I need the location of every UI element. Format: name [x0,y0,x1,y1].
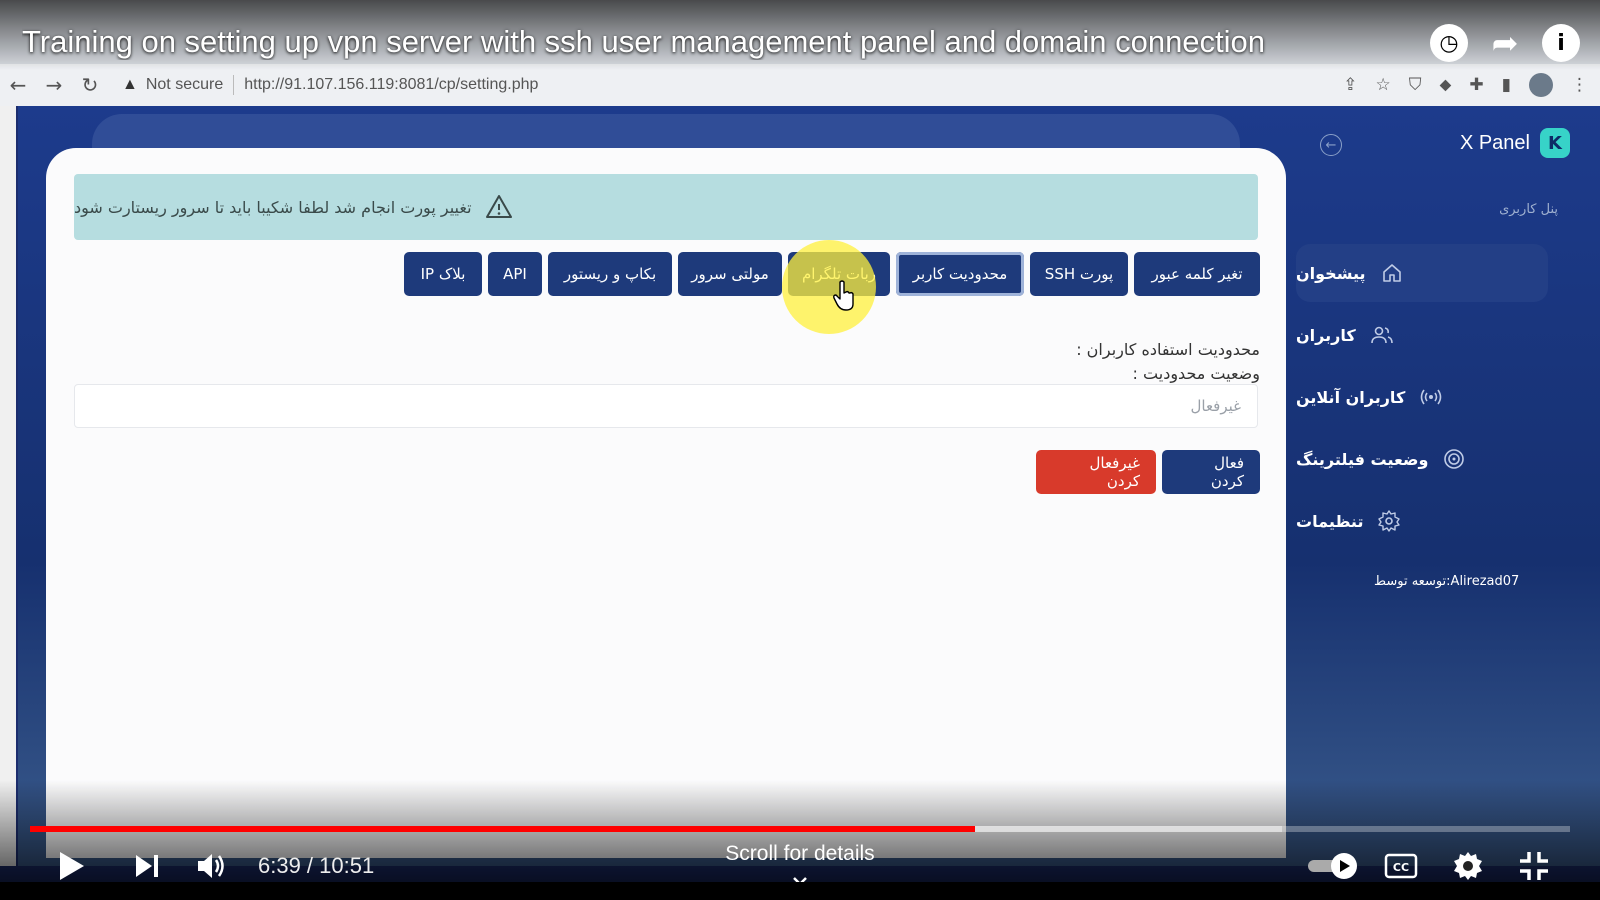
settings-card: تغییر پورت انجام شد لطفا شکیبا باید تا س… [46,148,1286,858]
gear-icon [1378,510,1401,532]
share-icon[interactable]: ⇪ [1343,75,1357,95]
sidebar-item-settings[interactable]: تنظیمات [1296,492,1548,550]
video-frame: ← → ↻ ▲ Not secure http://91.107.156.119… [0,0,1600,900]
hand-cursor-icon [833,280,854,311]
sidebar-section-label: پنل کاربری [1499,202,1558,217]
tab-user-limit[interactable]: محدودیت کاربر [896,252,1024,296]
enable-button[interactable]: فعال کردن [1162,450,1260,494]
autoplay-icon [1308,853,1357,879]
warning-triangle-icon: ▲ [122,76,138,93]
address-bar[interactable]: ▲ Not secure http://91.107.156.119:8081/… [122,75,538,95]
url-text: http://91.107.156.119:8081/cp/setting.ph… [244,76,539,93]
security-label: Not secure [145,76,224,93]
exit-fullscreen-icon [1520,852,1548,880]
sidebar-nav: پیشخوان کاربران کاربران آنلاین وضعیت فیل… [1296,244,1548,554]
tab-api[interactable]: API [488,252,542,296]
sidebar-item-label: کاربران [1296,325,1356,345]
browser-toolbar: ← → ↻ ▲ Not secure http://91.107.156.119… [0,64,1600,106]
users-icon [1370,326,1393,344]
svg-text:CC: CC [1393,861,1409,874]
settings-button[interactable] [1452,848,1484,884]
watch-later-icon[interactable]: ◷ [1430,24,1468,62]
limit-status-field: غیرفعال [74,384,1258,428]
brand-name: X Panel [1459,131,1530,154]
reload-icon[interactable]: ↻ [72,73,108,97]
info-icon[interactable]: i [1542,24,1580,62]
video-title: Training on setting up vpn server with s… [22,24,1266,59]
sidebar-item-label: پیشخوان [1296,263,1366,283]
sidebar-item-label: تنظیمات [1296,511,1364,531]
limit-actions: فعال کردن غیرفعال کردن [1036,450,1260,494]
profile-avatar[interactable] [1529,73,1553,97]
sidebar-item-filtering[interactable]: وضعیت فیلترینگ [1296,430,1548,488]
page-scrollbar[interactable] [0,106,16,866]
sidebar: ← K X Panel پنل کاربری پیشخوان کاربران ک… [1286,106,1600,866]
tab-ssh-port[interactable]: پورت SSH [1030,252,1128,296]
tab-block-ip[interactable]: بلاک IP [404,252,482,296]
captions-icon: CC [1384,853,1418,879]
sidebar-item-label: وضعیت فیلترینگ [1296,449,1429,469]
forward-icon[interactable]: → [36,73,72,97]
address-divider [233,75,235,95]
menu-dots-icon[interactable]: ⋮ [1571,75,1588,95]
pin-icon[interactable]: ⬥ [1439,75,1451,95]
title-actions: ◷ ➦ i [1430,24,1580,62]
play-button[interactable] [56,848,86,884]
skip-next-icon [136,855,158,877]
click-highlight [782,240,876,334]
alert-message: تغییر پورت انجام شد لطفا شکیبا باید تا س… [74,197,472,217]
tab-multi-server[interactable]: مولتی سرور [678,252,782,296]
share-arrow-icon[interactable]: ➦ [1486,24,1524,62]
shield-icon[interactable]: ⛉ [1409,75,1422,95]
progress-played[interactable] [30,826,975,832]
sidebar-item-online-users[interactable]: کاربران آنلاین [1296,368,1548,426]
exit-fullscreen-button[interactable] [1518,848,1550,884]
sidepanel-icon[interactable]: ▮ [1502,75,1511,95]
home-icon [1382,264,1401,282]
next-button[interactable] [134,848,160,884]
star-icon[interactable]: ☆ [1375,75,1390,95]
limit-info: محدودیت استفاده کاربران : وضعیت محدودیت … [1076,338,1260,386]
target-icon [1444,449,1465,469]
port-change-alert: تغییر پورت انجام شد لطفا شکیبا باید تا س… [74,174,1258,240]
brand: K X Panel [1460,128,1570,158]
volume-button[interactable] [196,848,228,884]
gear-icon [1454,852,1482,880]
limit-status-label: وضعیت محدودیت : [1132,364,1260,383]
time-display: 6:39 / 10:51 [258,853,375,878]
limit-heading: محدودیت استفاده کاربران : [1076,340,1260,359]
sidebar-item-users[interactable]: کاربران [1296,306,1548,364]
tab-change-password[interactable]: تغیر کلمه عبور [1134,252,1260,296]
tab-backup-restore[interactable]: بکاپ و ریستور [548,252,672,296]
sidebar-item-label: کاربران آنلاین [1296,387,1406,407]
disable-button[interactable]: غیرفعال کردن [1036,450,1156,494]
bottom-letterbox [0,882,1600,900]
developer-credit: توسعه توسط:Alirezad07 [1374,574,1520,589]
back-icon[interactable]: ← [0,73,36,97]
puzzle-icon[interactable]: ✚ [1469,75,1483,95]
broadcast-icon [1420,389,1442,405]
volume-icon [198,854,224,878]
sidebar-item-dashboard[interactable]: پیشخوان [1296,244,1548,302]
captions-button[interactable]: CC [1384,848,1418,884]
xpanel-logo-icon: K [1540,128,1570,158]
scroll-hint[interactable]: Scroll for details [690,842,910,866]
browser-extension-icons: ⇪ ☆ ⛉ ⬥ ✚ ▮ ⋮ [1343,64,1588,106]
play-icon [60,852,84,880]
warning-icon [485,195,512,218]
autoplay-toggle[interactable] [1306,848,1360,884]
collapse-sidebar-icon[interactable]: ← [1320,134,1342,156]
